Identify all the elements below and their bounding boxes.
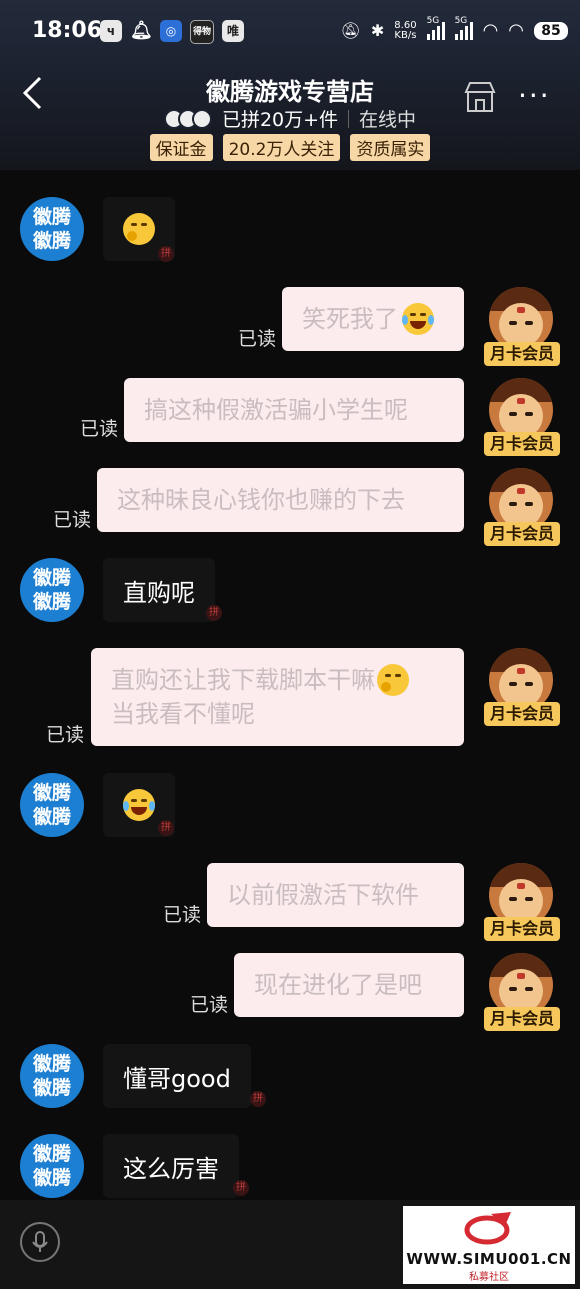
vip-badge: 月卡会员 [484, 432, 560, 456]
app-icon: 得物 [190, 20, 214, 44]
vip-badge: 月卡会员 [484, 342, 560, 366]
tag-qualification[interactable]: 资质属实 [350, 134, 431, 161]
voice-button[interactable] [20, 1222, 60, 1262]
platform-mark-icon: 拼 [206, 605, 222, 621]
battery-indicator: 85 [534, 21, 568, 40]
laughing-emoji-icon [123, 789, 155, 821]
sold-count: 已拼20万+件 [221, 109, 339, 131]
notification-icons: ч 🔔︎ ◎ 得物 唯 [100, 20, 244, 44]
message-text: 这种昧良心钱你也赚的下去 [117, 486, 405, 514]
status-right: 🔕︎ ✱ 8.60 KB/s 5G 5G ◠ ◠ 85 [340, 16, 568, 41]
message-text: 懂哥good [123, 1064, 231, 1093]
shop-avatar[interactable]: 徽腾 徽腾 [20, 1134, 84, 1198]
read-receipt: 已读 [238, 328, 277, 350]
message-bubble[interactable]: 笑死我了 [282, 287, 464, 351]
read-receipt: 已读 [80, 418, 119, 440]
app-icon: ◎ [160, 20, 182, 42]
tag-deposit[interactable]: 保证金 [149, 134, 213, 161]
message-text: 这么厉害 [123, 1154, 219, 1183]
shop-tags: 保证金 20.2万人关注 资质属实 [0, 134, 580, 161]
platform-mark-icon: 拼 [158, 820, 174, 836]
wifi-icon: ◠ [482, 20, 499, 41]
message-text: 搞这种假激活骗小学生呢 [144, 396, 408, 424]
read-receipt: 已读 [53, 509, 92, 531]
signal-icon: 5G [454, 16, 473, 40]
message-text: 现在进化了是吧 [254, 971, 422, 999]
vip-badge: 月卡会员 [484, 702, 560, 726]
platform-mark-icon: 拼 [158, 246, 174, 262]
message-bubble[interactable]: 这么厉害 [103, 1134, 239, 1198]
microphone-icon [32, 1231, 48, 1252]
read-receipt: 已读 [46, 724, 85, 746]
shop-avatar[interactable]: 徽腾 徽腾 [20, 1044, 84, 1108]
buyer-avatars [163, 108, 212, 129]
platform-mark-icon: 拼 [233, 1180, 249, 1196]
vip-badge: 月卡会员 [484, 522, 560, 546]
bluetooth-icon: ✱ [370, 21, 385, 40]
status-bar: 18:06 ч 🔔︎ ◎ 得物 唯 🔕︎ ✱ 8.60 KB/s 5G 5G ◠ [0, 14, 580, 50]
message-bubble[interactable]: 现在进化了是吧 [234, 953, 464, 1017]
watermark-logo-icon [464, 1212, 511, 1245]
watermark-url: WWW.SIMU001.CN [406, 1250, 572, 1268]
watermark: WWW.SIMU001.CN 私募社区 [403, 1206, 575, 1284]
status-time: 18:06 [32, 18, 103, 43]
wifi-icon: ◠ [508, 20, 524, 41]
vip-badge: 月卡会员 [484, 917, 560, 941]
message-bubble[interactable]: 懂哥good [103, 1044, 251, 1108]
message-bubble[interactable]: 这种昧良心钱你也赚的下去 [97, 468, 464, 532]
bell-icon: 🔔︎ [130, 20, 153, 41]
vip-badge: 月卡会员 [484, 1007, 560, 1031]
divider [348, 109, 350, 128]
message-text: 直购呢 [123, 578, 195, 607]
mute-icon: 🔕︎ [340, 21, 361, 40]
app-icon: 唯 [222, 20, 244, 42]
net-speed: 8.60 KB/s [394, 19, 417, 41]
platform-mark-icon: 拼 [250, 1091, 266, 1107]
tag-followers[interactable]: 20.2万人关注 [222, 134, 341, 161]
read-receipt: 已读 [163, 904, 202, 926]
more-icon: ··· [518, 79, 551, 112]
message-bubble[interactable]: 直购呢 [103, 558, 215, 622]
laughing-emoji-icon [402, 303, 434, 335]
message-text: 直购还让我下载脚本干嘛 [111, 666, 375, 694]
store-icon [464, 82, 496, 112]
online-status: 在线中 [359, 109, 417, 131]
shop-avatar[interactable]: 徽腾 徽腾 [20, 558, 84, 622]
app-icon: ч [100, 20, 122, 42]
message-text: 以前假激活下软件 [227, 881, 419, 909]
chat-header: 18:06 ч 🔔︎ ◎ 得物 唯 🔕︎ ✱ 8.60 KB/s 5G 5G ◠ [0, 0, 580, 170]
message-bubble[interactable]: 搞这种假激活骗小学生呢 [124, 378, 464, 442]
read-receipt: 已读 [190, 994, 229, 1016]
store-button[interactable] [463, 80, 497, 114]
thinking-emoji-icon [377, 664, 409, 696]
message-bubble[interactable]: 以前假激活下软件 [207, 863, 464, 927]
thinking-emoji-icon [123, 213, 155, 245]
signal-icon: 5G [426, 16, 445, 40]
more-button[interactable]: ··· [518, 82, 551, 110]
message-text: 当我看不懂呢 [111, 700, 255, 728]
shop-avatar[interactable]: 徽腾 徽腾 [20, 773, 84, 837]
message-bubble[interactable]: 直购还让我下载脚本干嘛 当我看不懂呢 [91, 648, 464, 746]
message-text: 笑死我了 [302, 305, 398, 333]
watermark-sub: 私募社区 [469, 1272, 509, 1283]
shop-avatar[interactable]: 徽腾 徽腾 [20, 197, 84, 261]
